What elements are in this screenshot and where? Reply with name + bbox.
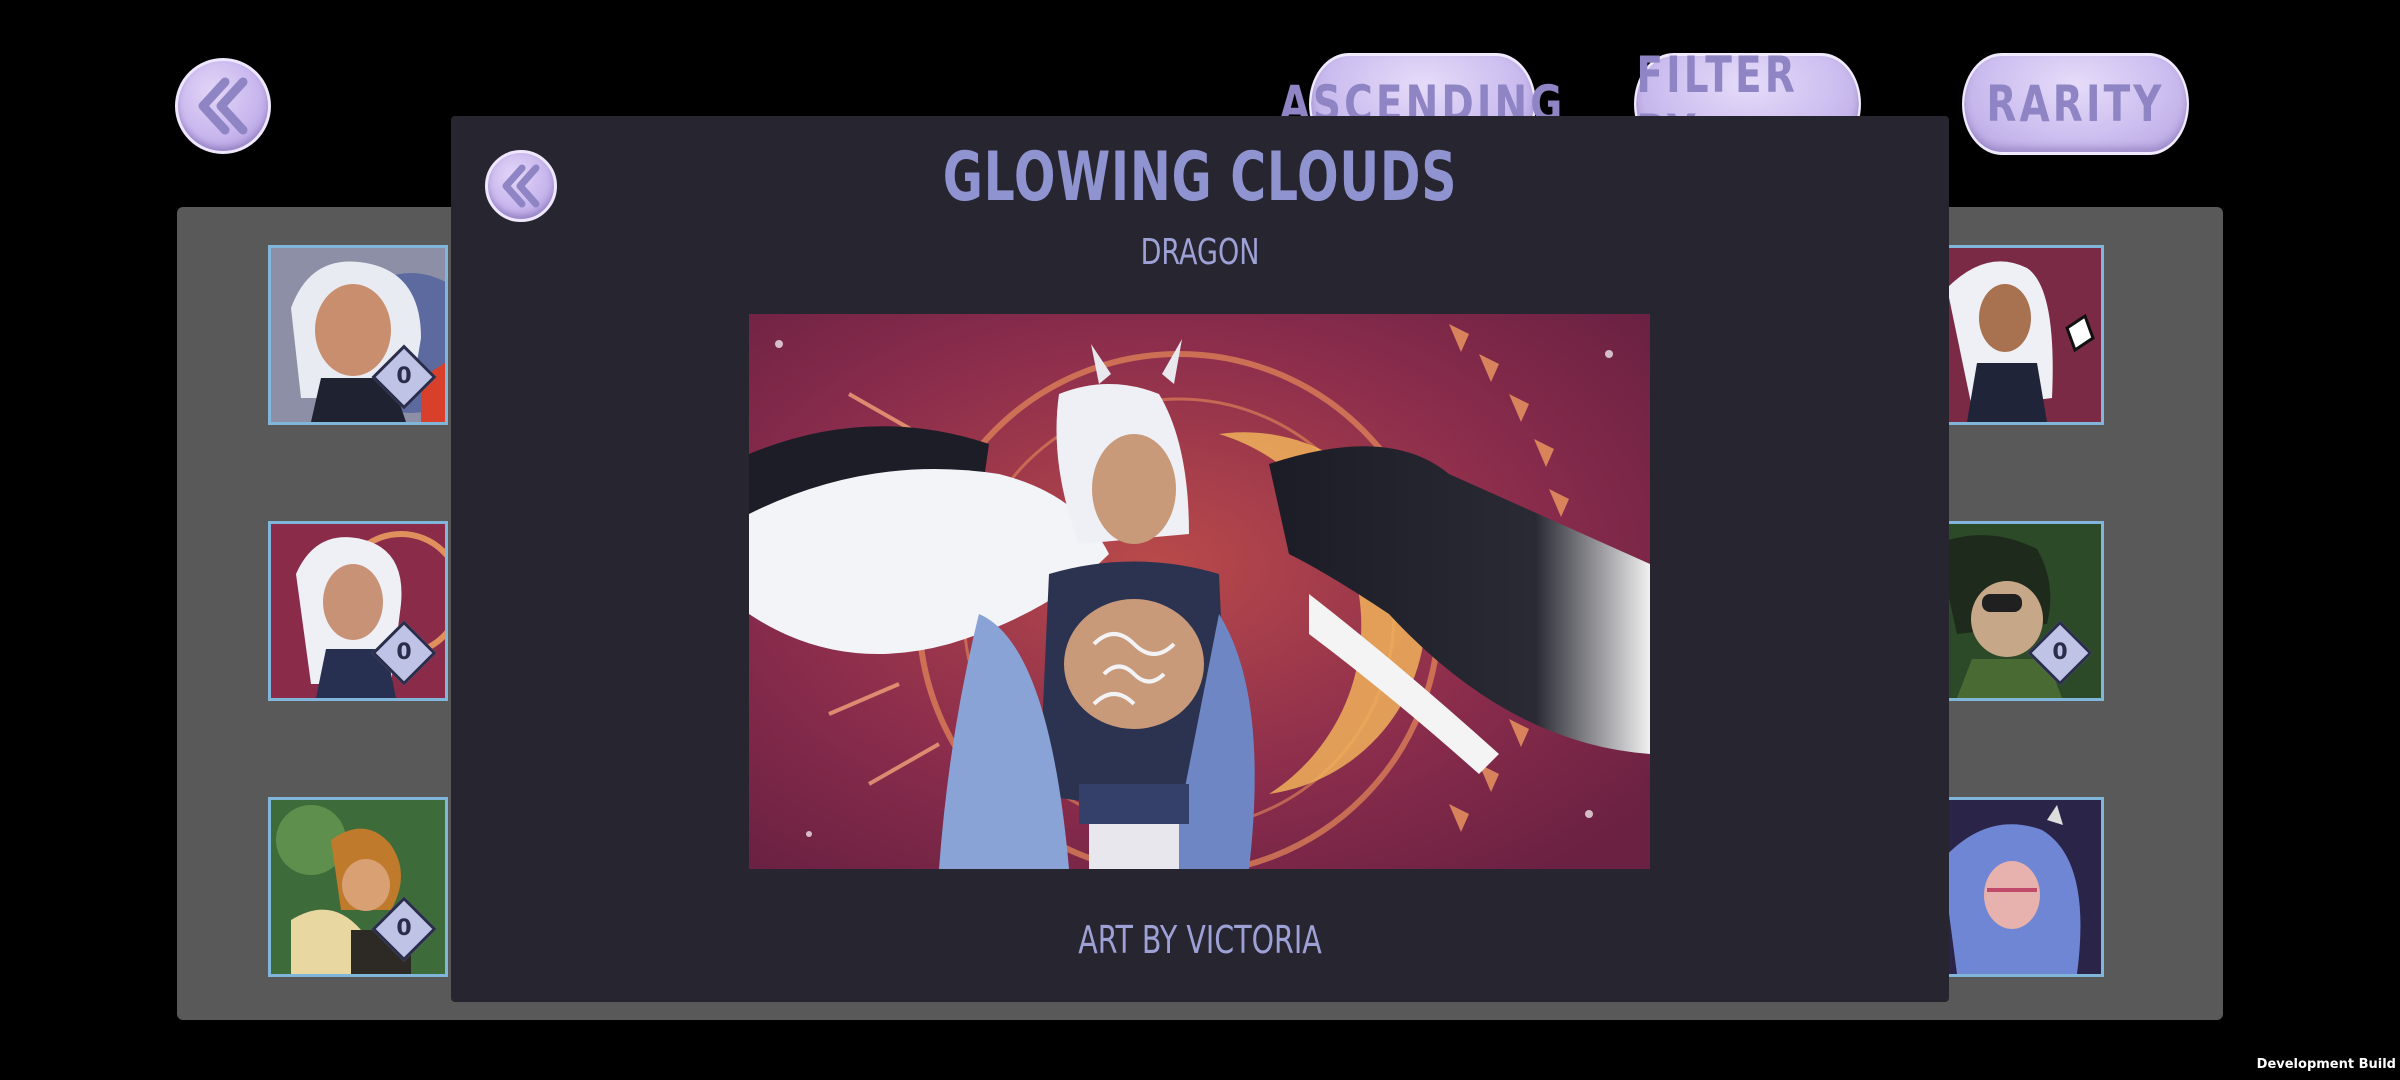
card-portrait-2[interactable]: 0 — [268, 521, 448, 701]
card-detail-modal: GLOWING CLOUDS DRAGON ART BY VICTORIA — [451, 116, 1949, 1002]
card-portrait-5[interactable]: 0 — [1924, 521, 2104, 701]
card-portrait-3[interactable]: 0 — [268, 797, 448, 977]
portrait-art — [271, 248, 445, 422]
artwork-illustration — [749, 314, 1650, 869]
card-title: GLOWING CLOUDS — [942, 138, 1458, 217]
development-build-label: Development Build — [2256, 1057, 2396, 1072]
rank-label: 0 — [396, 916, 412, 941]
double-chevron-left-icon — [502, 164, 540, 208]
double-chevron-left-icon — [198, 77, 248, 135]
card-portrait-1[interactable]: 0 — [268, 245, 448, 425]
portrait-art — [1927, 800, 2101, 974]
artist-credit: ART BY VICTORIA — [1078, 918, 1322, 962]
card-category: DRAGON — [1140, 232, 1260, 273]
rank-label: 0 — [396, 364, 412, 389]
card-artwork — [749, 314, 1650, 869]
rank-label: 0 — [2052, 640, 2068, 665]
portrait-art — [1927, 248, 2101, 422]
back-button[interactable] — [175, 58, 271, 154]
portrait-art — [271, 800, 445, 974]
portrait-art — [271, 524, 445, 698]
portrait-art — [1927, 524, 2101, 698]
modal-close-button[interactable] — [485, 150, 557, 222]
card-portrait-4[interactable] — [1924, 245, 2104, 425]
card-portrait-6[interactable] — [1924, 797, 2104, 977]
rarity-button[interactable]: RARITY — [1962, 53, 2189, 155]
rank-label: 0 — [396, 640, 412, 665]
